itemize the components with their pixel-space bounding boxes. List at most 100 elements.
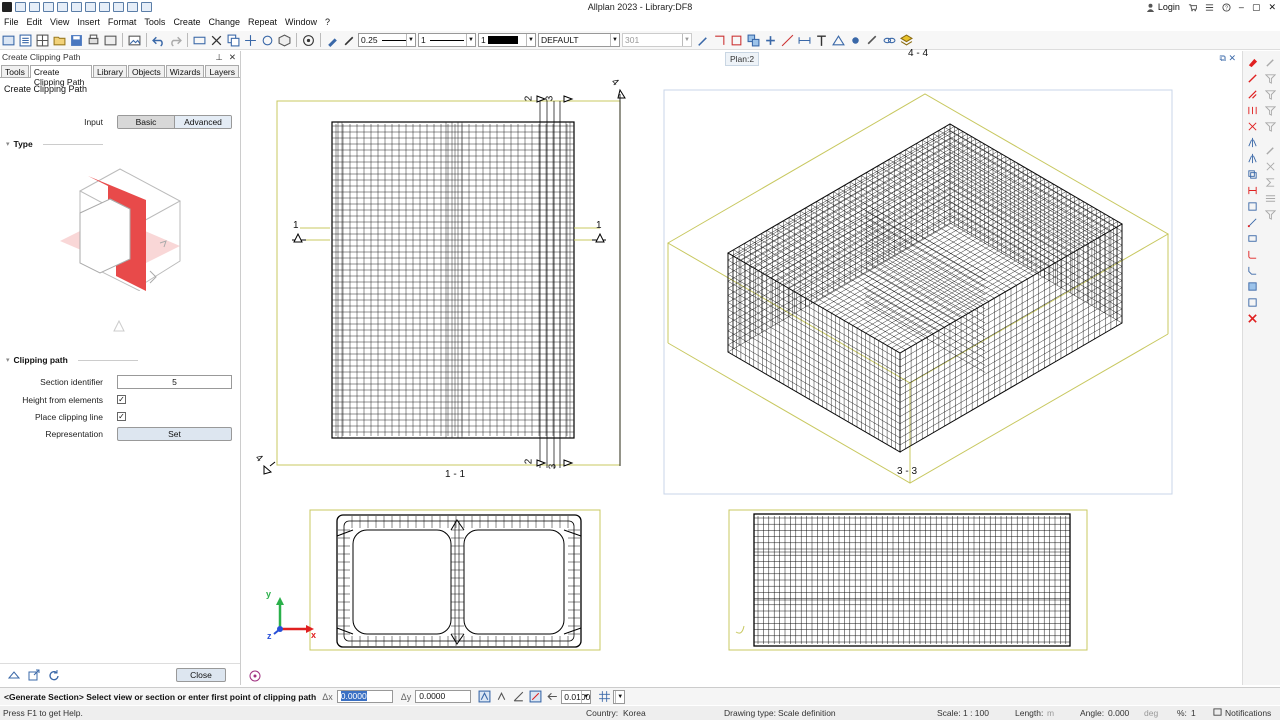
advanced-option[interactable]: Advanced <box>175 116 231 128</box>
place-clipping-line-checkbox[interactable]: ✓ <box>117 412 126 421</box>
notifications-button[interactable]: Notifications <box>1213 708 1271 718</box>
pin-icon[interactable]: ⊥ <box>215 52 222 63</box>
delete-icon[interactable] <box>209 33 224 47</box>
mirror-copy-icon[interactable] <box>1247 153 1258 164</box>
extend-icon[interactable] <box>1247 89 1258 100</box>
point-snap-icon[interactable] <box>477 690 492 704</box>
print-icon[interactable] <box>57 2 68 12</box>
set-button[interactable]: Set <box>117 427 232 441</box>
section-identifier-input[interactable]: 5 <box>117 375 232 389</box>
plot-icon[interactable] <box>103 33 118 47</box>
eraser-icon[interactable] <box>1247 57 1258 68</box>
layer-select[interactable]: DEFAULT ▼ <box>538 33 620 47</box>
filter-list-icon[interactable] <box>1265 193 1276 204</box>
isometric-view[interactable] <box>663 89 1173 495</box>
menu-format[interactable]: Format <box>104 17 141 27</box>
pen-icon[interactable] <box>342 33 357 47</box>
menu-file[interactable]: File <box>0 17 23 27</box>
layers-icon[interactable] <box>71 2 82 12</box>
sum-icon[interactable] <box>1265 177 1276 188</box>
save-file-icon[interactable] <box>69 33 84 47</box>
filter-layer-icon[interactable] <box>1265 145 1276 156</box>
drawing-canvas[interactable]: 4 - 4 1 - 1 3 - 3 1 1 2 3 2 3 4 4 y x z … <box>242 48 1240 685</box>
minimize-button[interactable]: – <box>1239 2 1244 12</box>
clipping-path-section-header[interactable]: ▾ Clipping path <box>6 355 138 365</box>
copy-along-icon[interactable] <box>1247 169 1258 180</box>
dy-input[interactable]: 0.0000 <box>415 690 472 703</box>
grid-options-select[interactable]: ▼ <box>613 689 626 704</box>
modify-points-icon[interactable] <box>1247 217 1258 228</box>
step-select[interactable]: 0.0100 ▼ <box>561 689 592 704</box>
palette-close-icon[interactable]: ✕ <box>229 52 236 63</box>
direction-icon[interactable] <box>528 690 543 704</box>
open-icon[interactable] <box>52 33 67 47</box>
basic-option[interactable]: Basic <box>118 116 175 128</box>
rotate-3d-icon[interactable] <box>1247 233 1258 244</box>
scale-value[interactable]: 1 : 100 <box>963 708 989 718</box>
undo-icon[interactable] <box>85 2 96 12</box>
length-unit[interactable]: m <box>1047 708 1054 718</box>
tool-icon[interactable] <box>865 33 880 47</box>
mirror-icon[interactable] <box>1247 137 1258 148</box>
refresh-icon[interactable] <box>301 33 316 47</box>
trim-icon[interactable] <box>1247 73 1258 84</box>
filter-end-icon[interactable] <box>1265 209 1276 220</box>
save-icon[interactable] <box>43 2 54 12</box>
filter-color-icon[interactable] <box>1265 121 1276 132</box>
angle-value[interactable]: 0.000 <box>1108 708 1129 718</box>
settings-icon[interactable] <box>141 2 152 12</box>
text-icon[interactable] <box>814 33 829 47</box>
step-icon[interactable] <box>545 690 560 704</box>
format-properties-icon[interactable] <box>695 33 710 47</box>
drawing-type-value[interactable]: Scale definition <box>778 708 836 718</box>
format-painter-icon[interactable] <box>325 33 340 47</box>
link-icon[interactable] <box>882 33 897 47</box>
menu-window[interactable]: Window <box>281 17 321 27</box>
tab-wizards[interactable]: Wizards <box>165 65 205 77</box>
picture-icon[interactable] <box>127 33 142 47</box>
filter-type-icon[interactable] <box>1265 89 1276 100</box>
copy-icon[interactable] <box>226 33 241 47</box>
stack-icon[interactable] <box>899 33 914 47</box>
track-icon[interactable] <box>494 690 509 704</box>
join-icon[interactable] <box>1247 201 1258 212</box>
print-preview-icon[interactable] <box>86 33 101 47</box>
login-button[interactable]: Login <box>1146 2 1180 12</box>
favorites-icon[interactable] <box>8 669 20 681</box>
tab-layers[interactable]: Layers <box>205 65 239 77</box>
pencil-icon[interactable] <box>1265 57 1276 68</box>
menu-insert[interactable]: Insert <box>73 17 104 27</box>
grid-snap-icon[interactable] <box>597 690 612 704</box>
delete-element-icon[interactable] <box>1247 313 1258 324</box>
views-icon[interactable] <box>113 2 124 12</box>
select-icon[interactable] <box>192 33 207 47</box>
export-icon[interactable] <box>28 669 40 681</box>
layer-manager-icon[interactable] <box>746 33 761 47</box>
move-icon[interactable] <box>243 33 258 47</box>
line-type-select[interactable]: 1 ▼ <box>418 33 476 47</box>
close-view-icon[interactable]: ✕ <box>1228 53 1236 63</box>
tab-tools[interactable]: Tools <box>1 65 29 77</box>
project-icon[interactable] <box>1 33 16 47</box>
menu-repeat[interactable]: Repeat <box>244 17 281 27</box>
cube-icon[interactable] <box>277 33 292 47</box>
section-icon[interactable] <box>831 33 846 47</box>
dimension-icon[interactable] <box>797 33 812 47</box>
new-file-icon[interactable] <box>15 2 26 12</box>
convert-icon[interactable] <box>1247 297 1258 308</box>
pick-up-icon[interactable] <box>712 33 727 47</box>
section-view-left[interactable] <box>309 509 601 651</box>
chamfer-icon[interactable] <box>1247 265 1258 276</box>
percent-value[interactable]: 1 <box>1191 708 1196 718</box>
restore-view-icon[interactable]: ⧉ <box>1220 53 1226 63</box>
pattern-select[interactable]: 301 ▼ <box>622 33 692 47</box>
clipping-type-illustration[interactable] <box>50 161 190 291</box>
menu-tools[interactable]: Tools <box>140 17 169 27</box>
reset-icon[interactable] <box>48 669 60 681</box>
plan-view[interactable] <box>263 88 626 475</box>
close-window-button[interactable]: ✕ <box>1268 2 1276 13</box>
menu-change[interactable]: Change <box>204 17 244 27</box>
maximize-button[interactable]: ▢ <box>1252 2 1261 13</box>
cart-icon[interactable] <box>1188 3 1197 12</box>
menu-view[interactable]: View <box>46 17 73 27</box>
